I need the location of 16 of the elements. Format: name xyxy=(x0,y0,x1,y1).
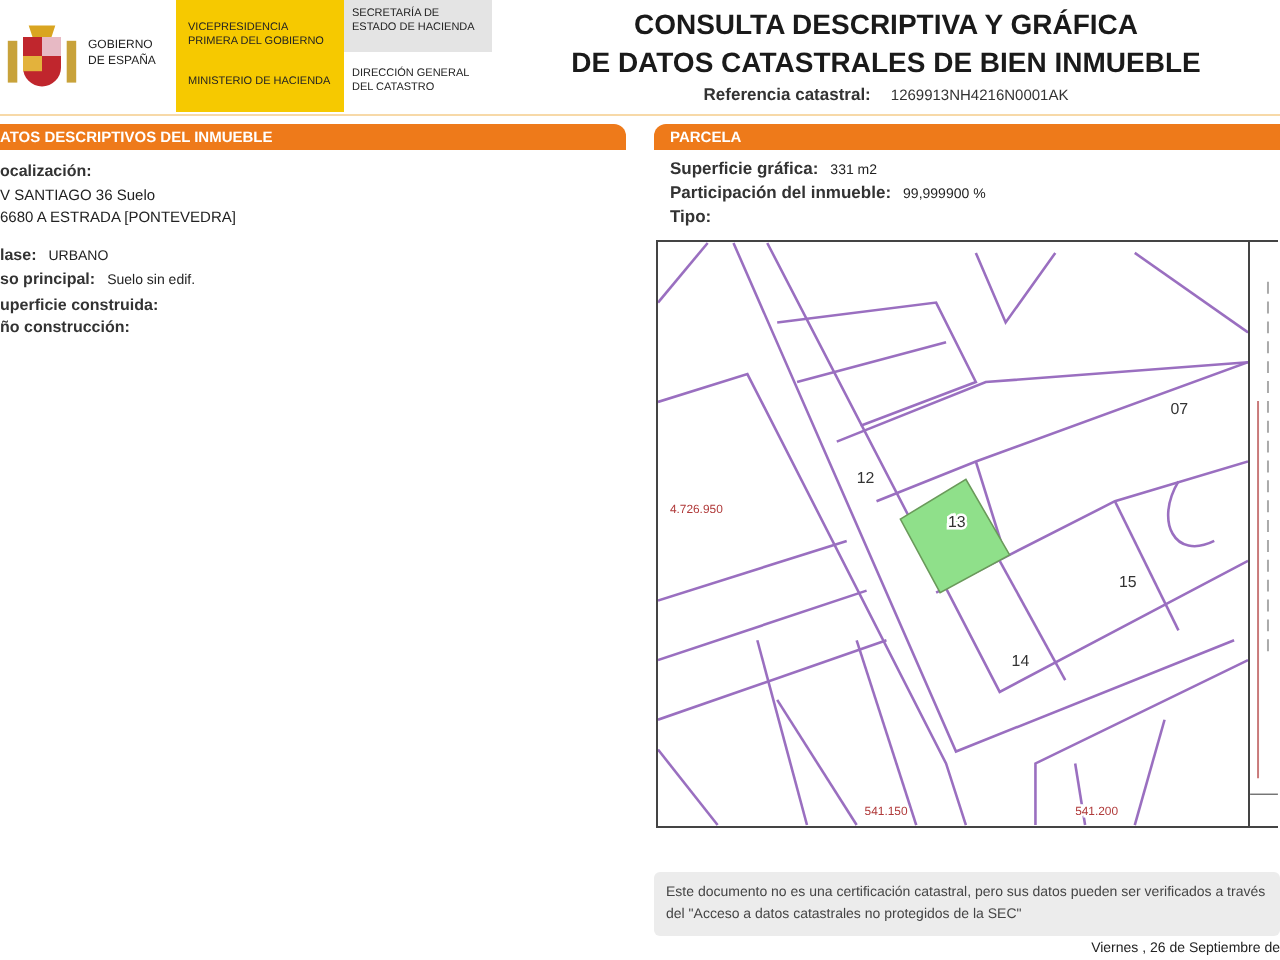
map-label: 13 xyxy=(948,513,966,532)
field-label: ño construcción: xyxy=(0,316,130,339)
field-label: Tipo: xyxy=(670,206,712,228)
map-label: 14 xyxy=(1011,652,1030,671)
field-label: Superficie gráfica: xyxy=(670,158,819,180)
reference-label: Referencia catastral: xyxy=(703,84,871,104)
map-label: 12 xyxy=(856,469,875,488)
document-title: DE DATOS CATASTRALES DE BIEN INMUEBLE xyxy=(571,44,1201,82)
field-label: Participación del inmueble: xyxy=(670,182,892,204)
map-label: 07 xyxy=(1170,399,1189,418)
field-label: ocalización: xyxy=(0,160,94,183)
map-label: 15 xyxy=(1118,572,1137,591)
document-title: CONSULTA DESCRIPTIVA Y GRÁFICA xyxy=(633,6,1138,44)
field-label: uperficie construida: xyxy=(0,293,159,316)
field-label: so principal: xyxy=(0,268,96,291)
field-label: lase: xyxy=(0,243,37,266)
